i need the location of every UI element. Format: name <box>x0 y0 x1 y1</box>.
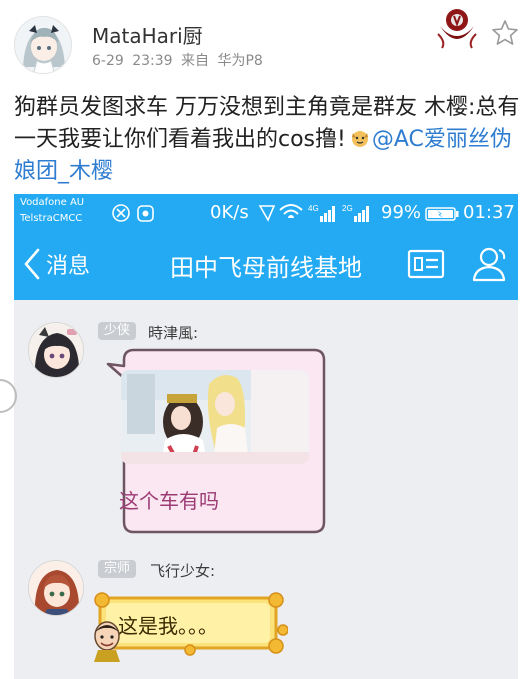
rank-badge: 宗师 <box>98 560 137 578</box>
qq-title-bar: 消息 田中飞母前线基地 <box>14 230 518 300</box>
shared-photo[interactable] <box>121 370 309 464</box>
svg-text:4G: 4G <box>308 204 319 213</box>
post-meta: 6-29 23:39 来自 华为P8 <box>92 50 263 70</box>
post-body: 狗群员发图求车 万万没想到主角竟是群友 木樱:总有一天我要让你们看着我出的cos… <box>14 92 520 188</box>
clock: 01:37 <box>463 202 515 223</box>
sender-avatar[interactable] <box>28 560 84 616</box>
user-medal-icon <box>436 6 478 52</box>
sender-name: 飞行少女: <box>150 562 216 580</box>
sender-name: 時津風: <box>148 324 199 342</box>
notification-icons <box>112 203 156 227</box>
profile-card-icon[interactable] <box>407 248 445 284</box>
message-text: 这是我。。。 <box>118 614 218 638</box>
battery-percent: 99% <box>381 202 422 223</box>
page-edge-control[interactable] <box>0 376 18 416</box>
post-source: 来自 华为P8 <box>181 53 263 69</box>
carrier-1: Vodafone AU <box>20 197 85 208</box>
qq-chat-screenshot: Vodafone AU TelstraCMCC 0K/s 4G 2G 99% 0… <box>14 194 518 679</box>
phone-status-bar: Vodafone AU TelstraCMCC 0K/s 4G 2G 99% 0… <box>14 194 518 230</box>
bubble-face-sticker <box>90 618 124 662</box>
poster-name[interactable]: MataHari厨 <box>92 20 203 49</box>
smiling-dog-emoji <box>350 126 370 147</box>
network-speed: 0K/s <box>210 202 249 223</box>
sender-avatar[interactable] <box>28 322 84 378</box>
battery-icon <box>425 206 459 225</box>
group-members-icon[interactable] <box>469 244 509 288</box>
rank-badge: 少侠 <box>98 322 137 340</box>
poster-avatar[interactable] <box>14 16 72 74</box>
signal-icons: 4G 2G <box>258 202 378 228</box>
carrier-2: TelstraCMCC <box>20 213 83 224</box>
chat-area[interactable]: 少侠 時津風: 这个车有吗 宗师 飞行少女: 这是我。。。 <box>14 300 518 679</box>
post-header: MataHari厨 6-29 23:39 来自 华为P8 <box>0 0 532 82</box>
post-time: 6-29 23:39 <box>92 53 173 69</box>
svg-text:2G: 2G <box>342 204 353 213</box>
follow-star-icon[interactable] <box>490 18 520 48</box>
message-text: 这个车有吗 <box>119 489 219 513</box>
